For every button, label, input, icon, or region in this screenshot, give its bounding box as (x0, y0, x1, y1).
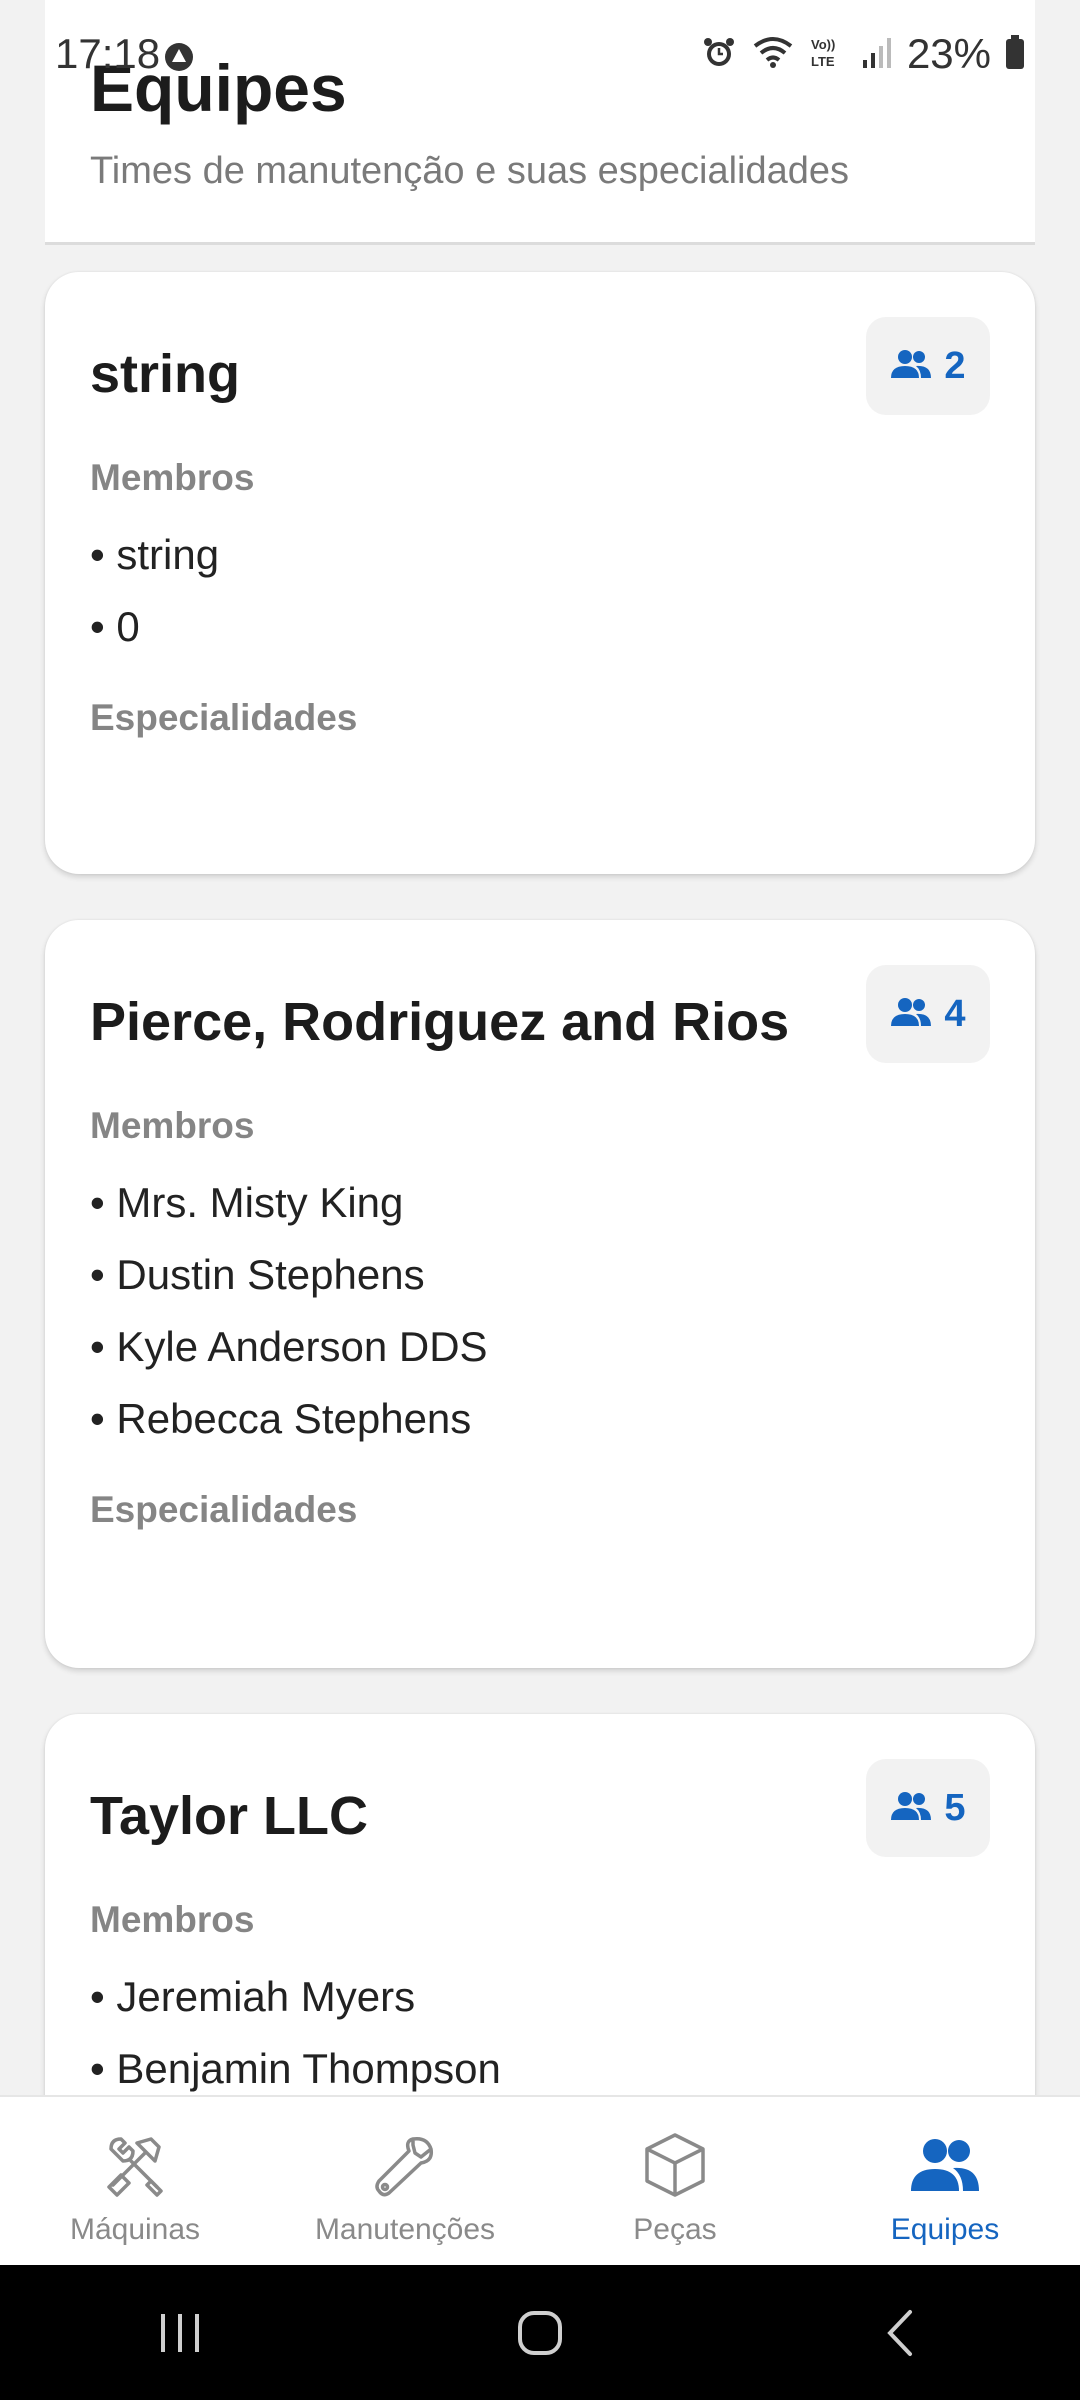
team-name: Taylor LLC (90, 1786, 369, 1846)
team-card[interactable]: Pierce, Rodriguez and Rios 4 Membros • M… (45, 920, 1035, 1668)
cube-icon (637, 2127, 713, 2203)
member-list: • Mrs. Misty King • Dustin Stephens • Ky… (90, 1167, 990, 1455)
team-list: string 2 Membros • string • 0 Especialid… (45, 272, 1035, 2260)
member-item: • string (90, 531, 220, 578)
nav-item-equipes[interactable]: Equipes (810, 2097, 1080, 2265)
member-item: • Dustin Stephens (90, 1251, 425, 1298)
member-count-badge: 2 (866, 317, 990, 415)
member-item: • Mrs. Misty King (90, 1179, 404, 1226)
specialties-label: Especialidades (90, 697, 358, 738)
nav-item-maquinas[interactable]: Máquinas (0, 2097, 270, 2265)
member-count-badge: 5 (866, 1759, 990, 1857)
back-icon[interactable] (840, 2293, 960, 2373)
bottom-navigation: Máquinas Manutenções Peças Equipes (0, 2095, 1080, 2265)
nav-label: Equipes (890, 2213, 1000, 2246)
member-item: • 0 (90, 603, 140, 650)
member-count-badge: 4 (866, 965, 990, 1063)
nav-label: Máquinas (69, 2213, 201, 2246)
home-icon[interactable] (480, 2293, 600, 2373)
nav-item-pecas[interactable]: Peças (540, 2097, 810, 2265)
wrench-icon (367, 2127, 443, 2203)
member-item: • Kyle Anderson DDS (90, 1323, 488, 1370)
recent-apps-icon[interactable] (120, 2293, 240, 2373)
member-count: 2 (944, 344, 966, 387)
page-title: Equipes (90, 51, 347, 125)
team-name: string (90, 344, 241, 404)
people-icon (890, 1791, 932, 1826)
nav-label: Manutenções (314, 2213, 496, 2246)
member-count: 4 (944, 992, 966, 1035)
member-item: • Rebecca Stephens (90, 1395, 472, 1442)
people-icon (890, 349, 932, 384)
page-header: Equipes Times de manutenção e suas espec… (45, 0, 1035, 245)
member-item: • Jeremiah Myers (90, 1973, 416, 2020)
people-icon (907, 2127, 983, 2203)
member-list: • Jeremiah Myers • Benjamin Thompson (90, 1961, 990, 2105)
members-label: Membros (90, 1105, 255, 1146)
member-count: 5 (944, 1786, 966, 1829)
people-icon (890, 997, 932, 1032)
team-card[interactable]: string 2 Membros • string • 0 Especialid… (45, 272, 1035, 874)
member-list: • string • 0 (90, 519, 990, 663)
members-label: Membros (90, 1899, 255, 1940)
nav-label: Peças (633, 2213, 717, 2246)
screen: Equipes Times de manutenção e suas espec… (0, 0, 1080, 2400)
hammer-wrench-icon (97, 2127, 173, 2203)
nav-item-manutencoes[interactable]: Manutenções (270, 2097, 540, 2265)
specialties-label: Especialidades (90, 1489, 358, 1530)
system-navigation-bar (0, 2265, 1080, 2400)
team-name: Pierce, Rodriguez and Rios (90, 992, 790, 1052)
page-subtitle: Times de manutenção e suas especialidade… (90, 150, 850, 192)
members-label: Membros (90, 457, 255, 498)
